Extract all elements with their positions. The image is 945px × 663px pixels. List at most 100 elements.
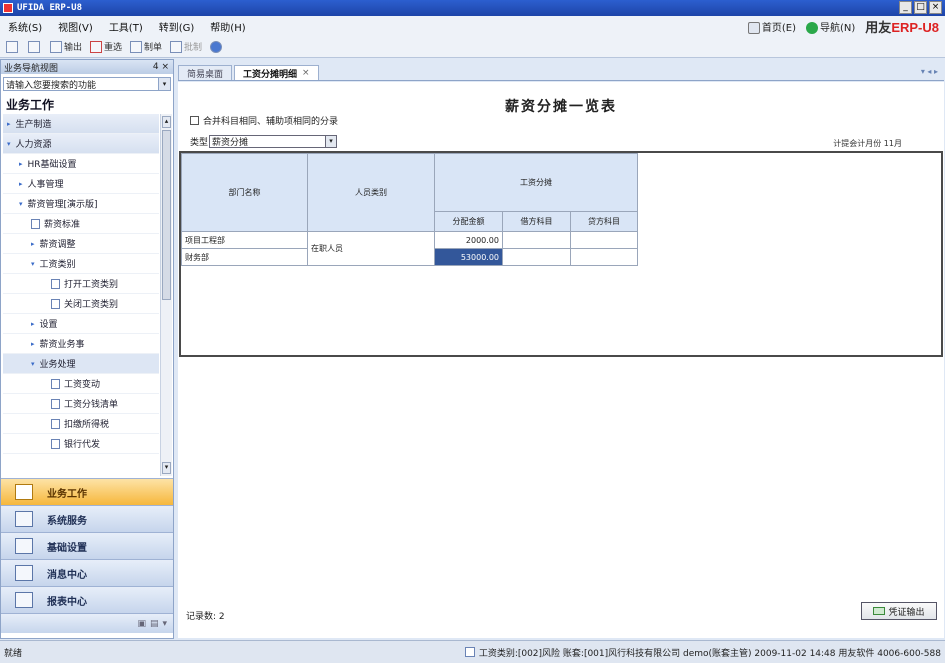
tree-item[interactable]: 薪资标准 bbox=[3, 214, 159, 234]
module-button[interactable]: 消息中心 bbox=[1, 559, 173, 586]
menu-view[interactable]: 视图(V) bbox=[50, 19, 101, 34]
tree-item[interactable]: ▸ 薪资调整 bbox=[3, 234, 159, 254]
output-icon bbox=[873, 607, 886, 615]
menu-goto[interactable]: 转到(G) bbox=[151, 19, 203, 34]
expand-icon[interactable]: ▾ bbox=[31, 360, 35, 368]
chevron-down-icon[interactable]: ▾ bbox=[158, 78, 170, 90]
cell-amount[interactable]: 2000.00 bbox=[434, 231, 503, 249]
close-button[interactable]: × bbox=[929, 1, 942, 14]
checkbox-icon[interactable] bbox=[190, 116, 199, 125]
tab-desktop[interactable]: 简易桌面 bbox=[178, 65, 233, 80]
document-icon bbox=[51, 398, 60, 409]
tree-item[interactable]: 工资分钱清单 bbox=[3, 394, 159, 414]
tree-item[interactable]: ▸ HR基础设置 bbox=[3, 154, 159, 174]
print-button[interactable] bbox=[6, 40, 20, 53]
chevron-down-icon[interactable]: ▾ bbox=[162, 619, 167, 629]
nav-scrollbar[interactable]: ▴ ▾ bbox=[160, 114, 172, 476]
collapse-icon[interactable]: ▸ bbox=[19, 160, 23, 168]
reselect-button[interactable]: 重选 bbox=[90, 40, 122, 53]
tree-item-label: 设置 bbox=[39, 320, 58, 330]
cell-person[interactable]: 在职人员 bbox=[307, 231, 435, 266]
scroll-thumb[interactable] bbox=[162, 130, 171, 300]
table-row[interactable]: 项目工程部 在职人员 2000.00 bbox=[181, 231, 638, 266]
tree-item[interactable]: ▾ 人力资源 bbox=[3, 134, 159, 154]
cell-debit[interactable] bbox=[502, 231, 571, 249]
close-tab-icon[interactable]: × bbox=[302, 68, 310, 78]
collapse-icon[interactable]: ▸ bbox=[31, 240, 35, 248]
scroll-down-icon[interactable]: ▾ bbox=[162, 462, 171, 474]
tree-item[interactable]: ▸ 薪资业务事 bbox=[3, 334, 159, 354]
tree-item[interactable]: ▸ 人事管理 bbox=[3, 174, 159, 194]
menu-system[interactable]: 系统(S) bbox=[0, 19, 50, 34]
tree-item[interactable]: 银行代发 bbox=[3, 434, 159, 454]
menu-help[interactable]: 帮助(H) bbox=[202, 19, 253, 34]
cell-credit[interactable] bbox=[570, 248, 638, 266]
navigation-link[interactable]: 导航(N) bbox=[806, 19, 855, 34]
report-title: 薪资分摊一览表 bbox=[505, 99, 617, 115]
title-bar: UFIDA ERP-U8 _ □ × bbox=[0, 0, 945, 16]
tree-item-label: 薪资标准 bbox=[44, 220, 81, 230]
batch-button[interactable]: 批制 bbox=[170, 40, 202, 53]
tree-item[interactable]: ▾ 业务处理 bbox=[3, 354, 159, 374]
search-input[interactable]: 请输入您要搜索的功能 ▾ bbox=[3, 77, 171, 91]
collapse-icon[interactable]: ▸ bbox=[7, 120, 11, 128]
merge-checkbox[interactable]: 合并科目相同、辅助项相同的分录 bbox=[190, 114, 338, 127]
cell-amount-selected[interactable]: 53000.00 bbox=[434, 248, 503, 266]
pin-close-controls[interactable]: 4 × bbox=[153, 62, 169, 72]
cell-dept[interactable]: 项目工程部 bbox=[181, 231, 308, 249]
tree-item[interactable]: ▸ 生产制造 bbox=[3, 114, 159, 134]
list-icon[interactable]: ▤ bbox=[150, 619, 159, 629]
module-button[interactable]: 业务工作 bbox=[1, 478, 173, 505]
scroll-up-icon[interactable]: ▴ bbox=[162, 116, 171, 128]
tree-item-label: HR基础设置 bbox=[27, 160, 77, 170]
tab-allocation-detail[interactable]: 工资分摊明细 × bbox=[234, 65, 319, 80]
section-title: 业务工作 bbox=[6, 98, 55, 112]
help-button[interactable] bbox=[210, 40, 224, 53]
export-icon bbox=[50, 40, 62, 53]
nav-tree: ▸ 生产制造 ▾ 人力资源 ▸ HR基础设置 ▸ 人事管理 ▾ 薪资管理[演示版] 薪资标准 ▸ 薪资调… bbox=[3, 114, 159, 476]
export-button[interactable]: 输出 bbox=[50, 40, 82, 53]
minimize-button[interactable]: _ bbox=[899, 1, 912, 14]
module-button[interactable]: 基础设置 bbox=[1, 532, 173, 559]
expand-icon[interactable]: ▾ bbox=[7, 140, 11, 148]
collapse-icon[interactable]: ▸ bbox=[31, 340, 35, 348]
tree-item-label: 人事管理 bbox=[27, 180, 64, 190]
chevron-down-icon[interactable]: ▾ bbox=[325, 136, 337, 147]
voucher-button[interactable]: 制单 bbox=[130, 40, 162, 53]
message-center-icon bbox=[15, 565, 33, 581]
report-area: 薪资分摊一览表 合并科目相同、辅助项相同的分录 类型 薪资分摊 ▾ 计提会计月份… bbox=[178, 82, 944, 638]
cell-dept[interactable]: 财务部 bbox=[181, 248, 308, 266]
module-button[interactable]: 系统服务 bbox=[1, 505, 173, 532]
tree-item[interactable]: 工资变动 bbox=[3, 374, 159, 394]
module-button-label: 业务工作 bbox=[47, 488, 87, 500]
module-button-label: 系统服务 bbox=[47, 515, 87, 527]
tree-item[interactable]: 打开工资类别 bbox=[3, 274, 159, 294]
menu-tools[interactable]: 工具(T) bbox=[101, 19, 151, 34]
maximize-button[interactable]: □ bbox=[914, 1, 927, 14]
cell-debit[interactable] bbox=[502, 248, 571, 266]
document-icon bbox=[51, 378, 60, 389]
type-selector: 类型 薪资分摊 ▾ bbox=[190, 135, 338, 148]
preview-button[interactable] bbox=[28, 40, 42, 53]
tree-item[interactable]: ▸ 设置 bbox=[3, 314, 159, 334]
collapse-icon[interactable]: ▸ bbox=[19, 180, 23, 188]
expand-icon[interactable]: ▾ bbox=[31, 260, 35, 268]
expand-icon[interactable]: ▾ bbox=[19, 200, 23, 208]
options-icon[interactable]: ▣ bbox=[137, 619, 146, 629]
tree-item[interactable]: 扣缴所得税 bbox=[3, 414, 159, 434]
tab-navigation[interactable]: ▾ ◂ ▸ bbox=[921, 67, 938, 76]
module-button[interactable]: 报表中心 bbox=[1, 586, 173, 613]
collapse-icon[interactable]: ▸ bbox=[31, 320, 35, 328]
print-icon bbox=[6, 40, 18, 53]
toolbar: 输出 重选 制单 批制 bbox=[0, 36, 945, 58]
tree-item[interactable]: ▾ 工资类别 bbox=[3, 254, 159, 274]
tree-item-label: 打开工资类别 bbox=[64, 280, 119, 290]
tree-item[interactable]: 关闭工资类别 bbox=[3, 294, 159, 314]
home-icon bbox=[747, 22, 760, 34]
tree-item[interactable]: ▾ 薪资管理[演示版] bbox=[3, 194, 159, 214]
home-link[interactable]: 首页(E) bbox=[747, 19, 796, 34]
cell-credit[interactable] bbox=[570, 231, 638, 249]
document-icon bbox=[51, 298, 60, 309]
voucher-output-button[interactable]: 凭证输出 bbox=[861, 602, 937, 620]
type-dropdown[interactable]: 薪资分摊 ▾ bbox=[209, 135, 338, 148]
